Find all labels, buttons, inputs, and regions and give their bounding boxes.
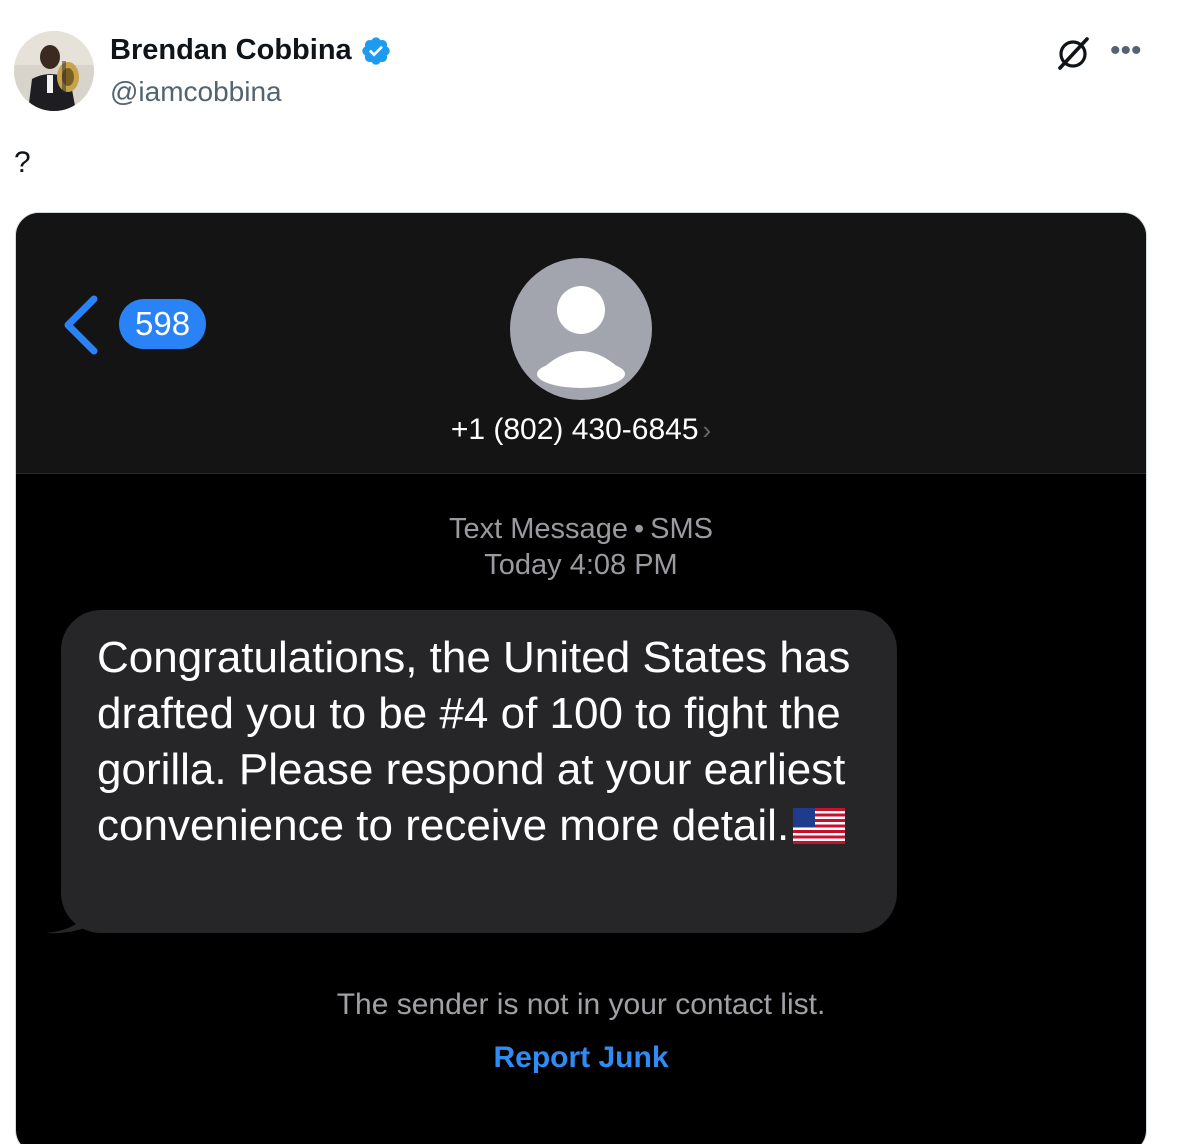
grok-icon[interactable] xyxy=(1054,34,1092,72)
message-text: Congratulations, the United States has d… xyxy=(97,633,851,850)
contact-avatar-icon[interactable] xyxy=(510,258,652,400)
message-meta: Text Message • SMS Today 4:08 PM xyxy=(16,511,1146,583)
message-timestamp: Today 4:08 PM xyxy=(484,549,678,581)
tweet-media-image[interactable]: 598 +1 (802) 430-6845 › Text Message • SMS … xyxy=(15,212,1147,1144)
contact-number[interactable]: +1 (802) 430-6845 › xyxy=(16,413,1146,447)
tweet-page: Brendan Cobbina @iamcobbina ••• ? 598 +1… xyxy=(0,0,1178,1144)
chevron-right-icon: › xyxy=(702,415,712,445)
messages-header: 598 +1 (802) 430-6845 › xyxy=(16,213,1146,474)
author-name[interactable]: Brendan Cobbina xyxy=(110,34,392,67)
author-name-text[interactable]: Brendan Cobbina xyxy=(110,34,352,67)
message-service: SMS xyxy=(650,513,713,545)
more-options-icon[interactable]: ••• xyxy=(1110,36,1142,66)
message-bubble[interactable]: Congratulations, the United States has d… xyxy=(61,610,897,933)
report-junk-link[interactable]: Report Junk xyxy=(16,1041,1146,1075)
unknown-sender-notice: The sender is not in your contact list. xyxy=(336,988,826,1021)
meta-separator: • xyxy=(633,513,645,545)
message-type: Text Message xyxy=(449,513,628,545)
author-handle[interactable]: @iamcobbina xyxy=(110,76,282,108)
back-chevron-icon[interactable] xyxy=(60,295,104,355)
us-flag-icon xyxy=(793,802,846,844)
tweet-text: ? xyxy=(14,146,31,179)
verified-badge-icon xyxy=(360,35,392,67)
unread-count-badge[interactable]: 598 xyxy=(119,299,207,349)
message-service-line: Text Message • SMS xyxy=(16,511,1146,547)
contact-number-text[interactable]: +1 (802) 430-6845 xyxy=(451,413,699,446)
author-avatar[interactable] xyxy=(14,31,94,111)
